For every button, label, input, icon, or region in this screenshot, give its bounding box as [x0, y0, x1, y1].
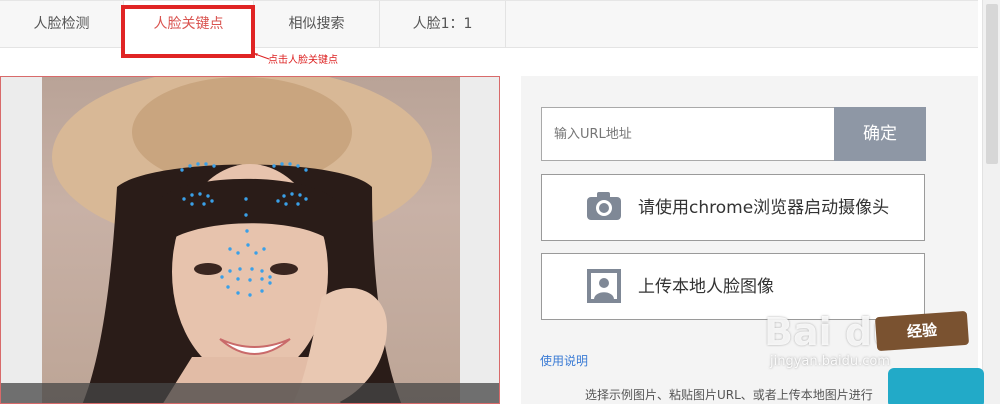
tab-face-detect[interactable]: 人脸检测 — [0, 1, 124, 48]
baidu-watermark: Bai du jingyan.baidu.com 经验 — [764, 298, 984, 404]
portrait-icon — [587, 269, 621, 303]
watermark-decoration — [888, 368, 984, 404]
watermark-sign: 经验 — [874, 310, 970, 352]
tab-similar-search[interactable]: 相似搜索 — [254, 1, 380, 48]
camera-button[interactable]: 请使用chrome浏览器启动摄像头 — [541, 174, 925, 241]
watermark-url: jingyan.baidu.com — [770, 354, 890, 369]
url-field-wrapper — [541, 107, 834, 161]
tab-face-compare[interactable]: 人脸1：1 — [380, 1, 506, 48]
annotation-label: 点击人脸关键点 — [268, 55, 338, 66]
scrollbar[interactable] — [982, 0, 1000, 404]
camera-icon — [587, 192, 621, 220]
scrollbar-thumb[interactable] — [986, 4, 998, 164]
upload-button-label: 上传本地人脸图像 — [638, 277, 774, 297]
url-input[interactable] — [542, 108, 834, 160]
face-illustration — [52, 77, 432, 403]
confirm-button[interactable]: 确定 — [834, 107, 926, 161]
highlight-box — [121, 5, 255, 58]
help-link[interactable]: 使用说明 — [540, 352, 588, 369]
camera-button-label: 请使用chrome浏览器启动摄像头 — [638, 198, 890, 218]
image-panel — [0, 76, 500, 404]
image-bottom-bar — [1, 383, 499, 403]
face-photo — [42, 77, 460, 403]
